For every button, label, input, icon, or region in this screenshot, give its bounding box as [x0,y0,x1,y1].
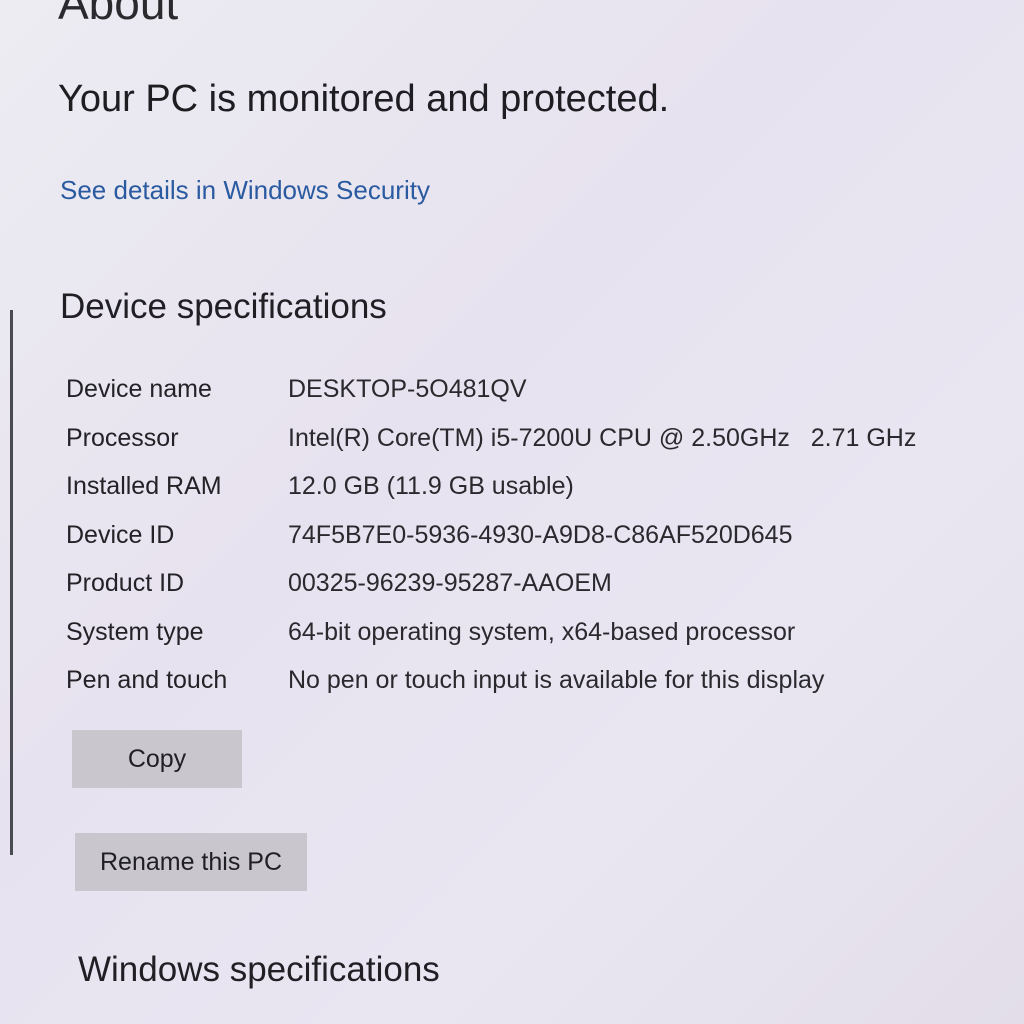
spec-value: DESKTOP-5O481QV [288,375,527,403]
spec-row-pen-and-touch: Pen and touch No pen or touch input is a… [66,666,1006,715]
spec-row-system-type: System type 64-bit operating system, x64… [66,618,1006,667]
spec-value: 64-bit operating system, x64-based proce… [288,617,796,646]
spec-label: System type [66,617,204,646]
spec-label: Device ID [66,520,175,549]
page-title: About [58,0,179,29]
device-specs-table: Device name DESKTOP-5O481QV Processor In… [66,375,1006,715]
spec-value: No pen or touch input is available for t… [288,666,825,694]
spec-row-device-id: Device ID 74F5B7E0-5936-4930-A9D8-C86AF5… [66,521,1006,570]
spec-label: Processor [66,423,179,452]
spec-label: Device name [66,375,212,403]
device-specifications-heading: Device specifications [60,287,387,326]
security-status-text: Your PC is monitored and protected. [58,78,670,120]
spec-value: Intel(R) Core(TM) i5-7200U CPU @ 2.50GHz… [288,423,917,452]
scrollbar[interactable] [10,310,13,855]
spec-value: 12.0 GB (11.9 GB usable) [288,472,574,500]
spec-label: Pen and touch [66,666,228,694]
windows-specifications-heading: Windows specifications [78,950,440,989]
spec-value: 74F5B7E0-5936-4930-A9D8-C86AF520D645 [288,520,793,549]
rename-pc-button[interactable]: Rename this PC [75,833,307,891]
spec-label: Installed RAM [66,472,222,500]
spec-label: Product ID [66,569,185,597]
windows-security-link[interactable]: See details in Windows Security [60,175,430,206]
spec-row-processor: Processor Intel(R) Core(TM) i5-7200U CPU… [66,424,1006,473]
spec-row-installed-ram: Installed RAM 12.0 GB (11.9 GB usable) [66,472,1006,521]
copy-button[interactable]: Copy [72,730,242,788]
spec-row-device-name: Device name DESKTOP-5O481QV [66,375,1006,424]
spec-row-product-id: Product ID 00325-96239-95287-AAOEM [66,569,1006,618]
spec-value: 00325-96239-95287-AAOEM [288,569,612,597]
